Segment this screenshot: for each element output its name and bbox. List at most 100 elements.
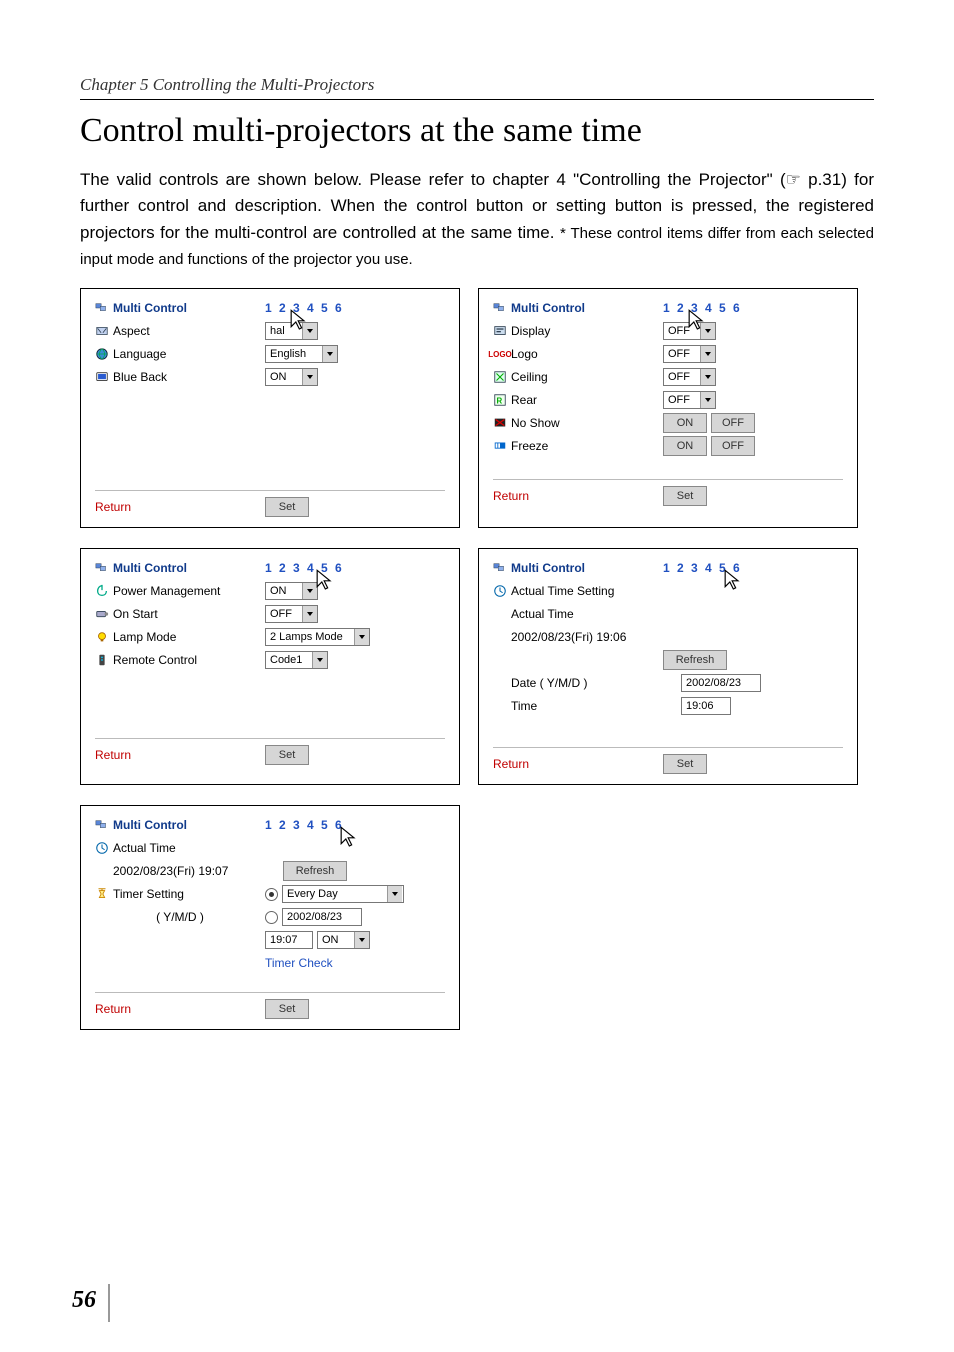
return-link[interactable]: Return — [493, 489, 663, 503]
timer-time-input[interactable]: 19:07 — [265, 931, 313, 949]
chevron-down-icon[interactable] — [302, 606, 317, 622]
cursor-icon — [283, 308, 311, 336]
blueback-dropdown[interactable]: ON — [265, 368, 318, 386]
radio-date[interactable] — [265, 911, 278, 924]
ceiling-dropdown[interactable]: OFF — [663, 368, 716, 386]
return-link[interactable]: Return — [95, 1002, 265, 1016]
ceiling-label: Ceiling — [511, 370, 548, 384]
divider — [95, 738, 445, 739]
divider — [95, 490, 445, 491]
projector-numbers[interactable]: 1 2 3 4 5 6 — [663, 301, 742, 315]
svg-text:R: R — [497, 397, 503, 406]
chevron-down-icon[interactable] — [322, 346, 337, 362]
blueback-label: Blue Back — [113, 370, 167, 384]
clock-icon — [493, 584, 507, 598]
timer-everyday-dropdown[interactable]: Every Day — [282, 885, 404, 903]
projector-numbers[interactable]: 1 2 3 4 5 6 — [265, 301, 344, 315]
chevron-down-icon[interactable] — [387, 886, 402, 902]
refresh-button[interactable]: Refresh — [283, 861, 347, 881]
ceiling-icon — [493, 370, 507, 384]
language-dropdown[interactable]: English — [265, 345, 338, 363]
multi-control-icon — [95, 561, 109, 575]
chevron-down-icon[interactable] — [700, 346, 715, 362]
lamp-mode-label: Lamp Mode — [113, 630, 176, 644]
time-input[interactable]: 19:06 — [681, 697, 731, 715]
lamp-mode-icon — [95, 630, 109, 644]
projector-numbers[interactable]: 1 2 3 4 5 6 — [265, 561, 344, 575]
set-button[interactable]: Set — [265, 999, 309, 1019]
chevron-down-icon[interactable] — [700, 369, 715, 385]
intro-text: The valid controls are shown below. Plea… — [80, 167, 874, 272]
language-label: Language — [113, 347, 166, 361]
refresh-button[interactable]: Refresh — [663, 650, 727, 670]
actual-time-value: 2002/08/23(Fri) 19:06 — [511, 630, 626, 644]
multi-control-icon — [493, 301, 507, 315]
chevron-down-icon[interactable] — [302, 369, 317, 385]
actual-time-label: Actual Time — [511, 607, 574, 621]
chevron-down-icon[interactable] — [312, 652, 327, 668]
panel-power-lamp: Multi Control 1 2 3 4 5 6 Power Manageme… — [80, 548, 460, 785]
noshow-off-button[interactable]: OFF — [711, 413, 755, 433]
logo-label: Logo — [511, 347, 538, 361]
power-mgmt-icon — [95, 584, 109, 598]
return-link[interactable]: Return — [95, 500, 265, 514]
panel-actual-time-setting: Multi Control 1 2 3 4 5 6 Actual Time Se… — [478, 548, 858, 785]
divider — [493, 747, 843, 748]
aspect-label: Aspect — [113, 324, 150, 338]
multi-control-icon — [493, 561, 507, 575]
time-label: Time — [511, 699, 537, 713]
timer-onoff-dropdown[interactable]: ON — [317, 931, 370, 949]
rear-dropdown[interactable]: OFF — [663, 391, 716, 409]
remote-icon — [95, 653, 109, 667]
timer-check-link[interactable]: Timer Check — [265, 956, 333, 970]
freeze-off-button[interactable]: OFF — [711, 436, 755, 456]
divider — [493, 479, 843, 480]
projector-numbers[interactable]: 1 2 3 4 5 6 — [265, 818, 344, 832]
language-icon — [95, 347, 109, 361]
freeze-on-button[interactable]: ON — [663, 436, 707, 456]
return-link[interactable]: Return — [95, 748, 265, 762]
cursor-icon — [333, 825, 361, 853]
cursor-icon — [717, 568, 745, 596]
multi-control-icon — [95, 818, 109, 832]
chevron-down-icon[interactable] — [354, 932, 369, 948]
blueback-icon — [95, 370, 109, 384]
page-number: 56 — [72, 1287, 96, 1314]
projector-numbers[interactable]: 1 2 3 4 5 6 — [663, 561, 742, 575]
set-button[interactable]: Set — [265, 745, 309, 765]
set-button[interactable]: Set — [663, 486, 707, 506]
timer-date-input[interactable]: 2002/08/23 — [282, 908, 362, 926]
freeze-label: Freeze — [511, 439, 548, 453]
radio-everyday[interactable] — [265, 888, 278, 901]
on-start-dropdown[interactable]: OFF — [265, 605, 318, 623]
chevron-down-icon[interactable] — [700, 392, 715, 408]
timer-setting-label: Timer Setting — [113, 887, 184, 901]
return-link[interactable]: Return — [493, 757, 663, 771]
actual-time-value: 2002/08/23(Fri) 19:07 — [113, 864, 228, 878]
logo-dropdown[interactable]: OFF — [663, 345, 716, 363]
lamp-mode-dropdown[interactable]: 2 Lamps Mode — [265, 628, 370, 646]
multi-control-icon — [95, 301, 109, 315]
set-button[interactable]: Set — [663, 754, 707, 774]
page-number-bar — [108, 1284, 110, 1322]
logo-icon: LOGO — [493, 347, 507, 361]
noshow-on-button[interactable]: ON — [663, 413, 707, 433]
cursor-icon — [309, 568, 337, 596]
rear-icon: R — [493, 393, 507, 407]
multi-control-title: Multi Control — [113, 301, 187, 315]
date-input[interactable]: 2002/08/23 — [681, 674, 761, 692]
remote-dropdown[interactable]: Code1 — [265, 651, 328, 669]
aspect-icon — [95, 324, 109, 338]
display-icon — [493, 324, 507, 338]
actual-time-setting-label: Actual Time Setting — [511, 584, 614, 598]
freeze-icon — [493, 439, 507, 453]
multi-control-title: Multi Control — [511, 301, 585, 315]
multi-control-title: Multi Control — [511, 561, 585, 575]
display-label: Display — [511, 324, 550, 338]
chevron-down-icon[interactable] — [354, 629, 369, 645]
panel-timer-setting: Multi Control 1 2 3 4 5 6 Actual Time 20… — [80, 805, 460, 1030]
set-button[interactable]: Set — [265, 497, 309, 517]
chapter-header: Chapter 5 Controlling the Multi-Projecto… — [80, 75, 874, 100]
timer-icon — [95, 887, 109, 901]
panel-aspect-language: Multi Control 1 2 3 4 5 6 Aspect hal — [80, 288, 460, 528]
